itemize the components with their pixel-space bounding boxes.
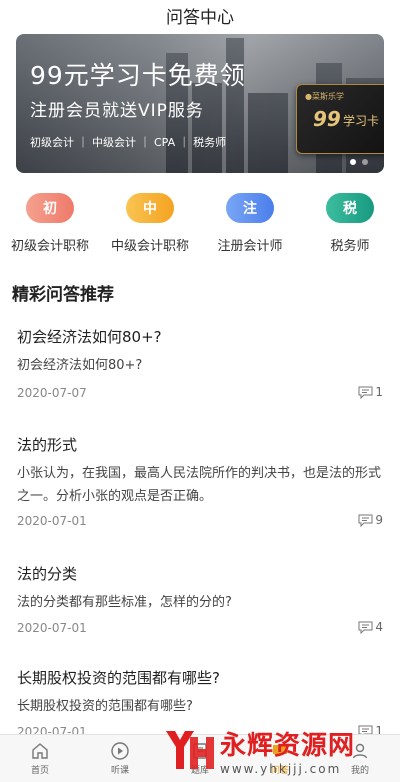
card-amount: 99 <box>313 107 341 131</box>
page-title: 问答中心 <box>166 7 234 28</box>
question-item[interactable]: 法的形式 小张认为，在我国，最高人民法院所作的判决书，也是法的形式之一。分析小张… <box>17 434 383 534</box>
section-title: 精彩问答推荐 <box>12 285 114 305</box>
question-desc: 法的分类都有那些标准，怎样的分的? <box>17 595 232 610</box>
watermark-logo-icon <box>166 731 214 769</box>
answer-count[interactable]: 9 <box>358 513 383 527</box>
category-cpa[interactable]: 注 注册会计师 <box>200 193 300 254</box>
banner-tags: 初级会计 ｜ 中级会计 ｜ CPA ｜ 税务师 <box>30 136 227 149</box>
tab-home[interactable]: 首页 <box>0 735 80 782</box>
answer-count[interactable]: 1 <box>358 385 383 399</box>
watermark-url: www.yhkjjj.com <box>220 761 342 776</box>
promo-banner[interactable]: 99元学习卡免费领 注册会员就送VIP服务 初级会计 ｜ 中级会计 ｜ CPA … <box>16 34 384 173</box>
comment-icon <box>358 621 373 634</box>
page-header: 问答中心 <box>0 0 400 30</box>
answer-count[interactable]: 4 <box>358 620 383 634</box>
comment-icon <box>358 386 373 399</box>
home-icon <box>32 743 48 759</box>
question-title: 法的分类 <box>17 565 78 583</box>
question-desc: 长期股权投资的范围都有哪些? <box>17 699 193 714</box>
question-title: 初会经济法如何80+? <box>17 328 162 346</box>
carousel-indicator <box>350 159 368 165</box>
category-label: 初级会计职称 <box>10 239 89 254</box>
question-item[interactable]: 初会经济法如何80+? 初会经济法如何80+? 2020-07-07 1 <box>17 326 383 406</box>
question-desc: 小张认为，在我国，最高人民法院所作的判决书，也是法的形式之一。分析小张的观点是否… <box>17 466 382 504</box>
carousel-dot[interactable] <box>362 159 368 165</box>
carousel-dot-active[interactable] <box>350 159 356 165</box>
question-date: 2020-07-01 <box>17 514 87 528</box>
category-label: 注册会计师 <box>217 239 283 254</box>
question-date: 2020-07-01 <box>17 621 87 635</box>
category-tax[interactable]: 税 税务师 <box>300 193 400 254</box>
tab-lessons[interactable]: 听课 <box>80 735 160 782</box>
tax-advisor-icon: 税 <box>326 193 374 223</box>
category-row: 初 初级会计职称 中 中级会计职称 注 注册会计师 税 税务师 <box>0 193 400 254</box>
category-label: 中级会计职称 <box>110 239 189 254</box>
tab-label: 首页 <box>30 766 49 776</box>
comment-icon <box>358 514 373 527</box>
banner-title: 99元学习卡免费领 <box>30 61 246 90</box>
category-intermediate[interactable]: 中 中级会计职称 <box>100 193 200 254</box>
banner-subtitle: 注册会员就送VIP服务 <box>30 101 204 121</box>
watermark: 永辉资源网 www.yhkjjj.com <box>160 718 395 782</box>
question-desc: 初会经济法如何80+? <box>17 358 143 373</box>
watermark-text: 永辉资源网 <box>220 730 356 761</box>
card-label: 学习卡 <box>343 114 380 128</box>
answer-count-value: 9 <box>375 513 383 527</box>
cpa-icon: 注 <box>226 193 274 223</box>
question-date: 2020-07-07 <box>17 386 87 400</box>
category-junior[interactable]: 初 初级会计职称 <box>0 193 100 254</box>
card-brand: ●菜斯乐学 <box>305 92 344 101</box>
question-title: 法的形式 <box>17 436 78 454</box>
answer-count-value: 4 <box>375 620 383 634</box>
tab-label: 听课 <box>110 766 129 776</box>
question-title: 长期股权投资的范围都有哪些? <box>17 669 220 687</box>
answer-count-value: 1 <box>375 385 383 399</box>
category-label: 税务师 <box>330 239 370 254</box>
junior-accounting-icon: 初 <box>26 193 74 223</box>
question-item[interactable]: 法的分类 法的分类都有那些标准，怎样的分的? 2020-07-01 4 <box>17 563 383 643</box>
study-card: ●菜斯乐学 99 学习卡 <box>296 84 384 154</box>
play-icon <box>111 742 129 760</box>
intermediate-accounting-icon: 中 <box>126 193 174 223</box>
